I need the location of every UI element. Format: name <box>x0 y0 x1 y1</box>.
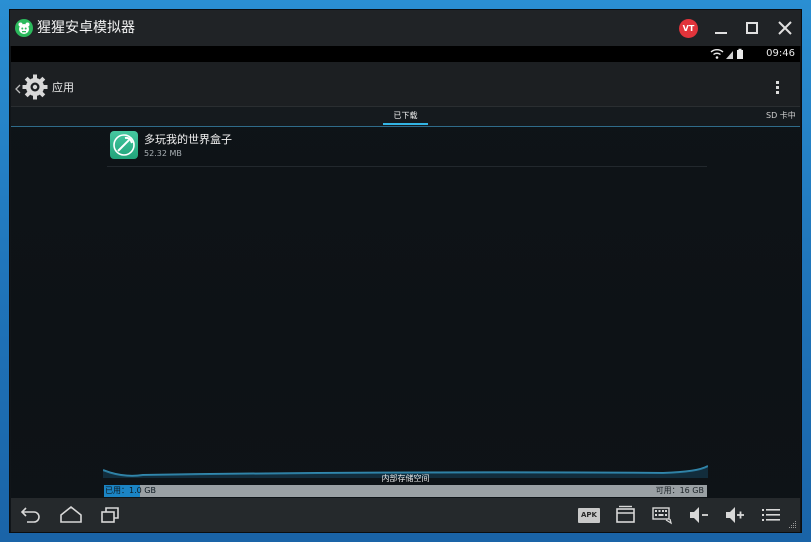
battery-icon <box>737 48 743 59</box>
storage-panel: 内部存储空间 已用：1.0 GB 可用：16 GB <box>103 464 708 498</box>
storage-usage-bar: 已用：1.0 GB 可用：16 GB <box>104 485 707 497</box>
apk-install-button[interactable]: APK <box>578 508 600 523</box>
status-bar: 09:46 <box>11 46 800 62</box>
title-bar[interactable]: 猩猩安卓模拟器 VT <box>10 10 801 46</box>
up-chevron-icon[interactable] <box>15 79 21 98</box>
wifi-icon <box>710 49 724 59</box>
recent-apps-icon <box>101 507 119 523</box>
emulator-window: 猩猩安卓模拟器 VT 09:46 应用 已下载 SD 卡中 多玩我的世界盒子 5… <box>10 10 801 532</box>
status-icons <box>710 48 746 63</box>
menu-icon <box>762 509 780 521</box>
keyboard-icon <box>652 507 673 525</box>
android-screen: 09:46 应用 已下载 SD 卡中 多玩我的世界盒子 52.32 MB 内部存… <box>11 46 800 532</box>
minecraft-box-app-icon <box>110 131 138 159</box>
active-tab-indicator <box>383 123 428 125</box>
minimize-button[interactable] <box>711 18 731 38</box>
window-title: 猩猩安卓模拟器 <box>37 20 135 36</box>
navigation-bar: APK <box>11 498 800 532</box>
page-title: 应用 <box>52 81 74 94</box>
close-icon <box>778 21 792 35</box>
status-clock: 09:46 <box>766 48 795 59</box>
app-name: 多玩我的世界盒子 <box>144 133 232 146</box>
app-logo-icon <box>15 19 33 37</box>
action-bar: 应用 <box>11 62 800 107</box>
app-size: 52.32 MB <box>144 149 182 158</box>
keyboard-button[interactable] <box>651 503 675 527</box>
volume-down-icon <box>690 507 708 523</box>
window-icon <box>616 505 635 523</box>
volume-down-button[interactable] <box>687 503 711 527</box>
multi-window-button[interactable] <box>614 503 638 527</box>
maximize-button[interactable] <box>742 18 762 38</box>
user-avatar[interactable]: VT <box>679 19 698 38</box>
menu-button[interactable] <box>759 503 783 527</box>
home-icon <box>60 505 82 523</box>
back-button[interactable] <box>19 503 43 527</box>
home-button[interactable] <box>59 503 83 527</box>
volume-up-icon <box>726 507 744 523</box>
close-button[interactable] <box>775 18 795 38</box>
storage-label: 内部存储空间 <box>381 474 430 483</box>
storage-free-text: 可用：16 GB <box>655 486 704 495</box>
app-list: 多玩我的世界盒子 52.32 MB <box>107 128 707 167</box>
maximize-icon <box>746 22 758 34</box>
storage-used-text: 已用：1.0 GB <box>105 486 156 495</box>
list-item[interactable]: 多玩我的世界盒子 52.32 MB <box>107 128 707 167</box>
minimize-icon <box>715 32 727 34</box>
tab-strip: 已下载 SD 卡中 <box>11 107 800 127</box>
recent-apps-button[interactable] <box>99 503 123 527</box>
resize-grip-icon[interactable] <box>789 521 797 529</box>
signal-icon <box>726 51 733 59</box>
tab-sd-card[interactable]: SD 卡中 <box>766 107 796 124</box>
back-icon <box>20 507 40 523</box>
overflow-menu-icon[interactable] <box>775 81 781 99</box>
volume-up-button[interactable] <box>723 503 747 527</box>
settings-gear-icon[interactable] <box>22 74 48 104</box>
